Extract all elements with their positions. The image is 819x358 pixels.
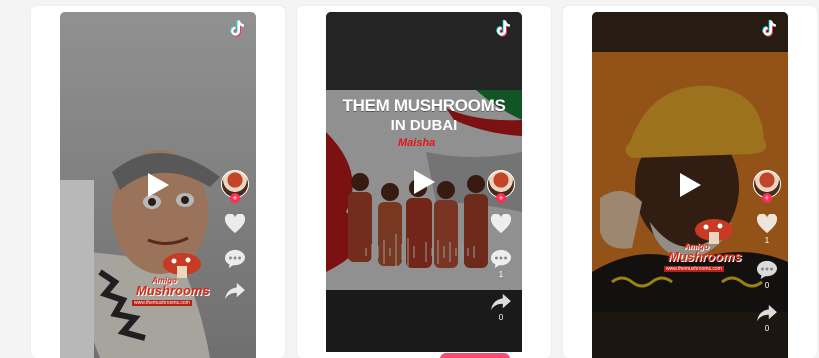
tiktok-icon: [230, 19, 245, 37]
share-action[interactable]: [220, 282, 250, 300]
action-rail: + 1 0 0: [752, 170, 782, 333]
brand-url-text: www.themushrooms.com: [132, 300, 192, 306]
headline-text: THEM MUSHROOMS: [342, 96, 506, 115]
like-action[interactable]: [220, 214, 250, 234]
tiktok-icon: [762, 19, 777, 37]
comment-icon[interactable]: [224, 248, 246, 268]
share-icon[interactable]: [756, 304, 778, 322]
action-rail: +: [220, 170, 250, 302]
comment-count: 0: [764, 281, 770, 290]
brand-main-text: Mushrooms: [136, 283, 210, 298]
heart-icon[interactable]: [490, 214, 512, 234]
video-thumbnail-1[interactable]: Amigo Mushrooms www.themushrooms.com +: [60, 12, 256, 358]
creator-avatar[interactable]: +: [487, 170, 515, 203]
follow-plus-icon[interactable]: +: [762, 193, 772, 203]
follow-plus-icon[interactable]: +: [230, 193, 240, 203]
subheadline-text: IN DUBAI: [390, 117, 458, 134]
like-action[interactable]: 1: [752, 214, 782, 245]
video-card-2[interactable]: THEM MUSHROOMS IN DUBAI Maisha + 1 0: [297, 6, 551, 358]
share-count: 0: [764, 324, 770, 333]
share-icon[interactable]: [224, 282, 246, 300]
video-thumbnail-3[interactable]: Amigo Mushrooms www.themushrooms.com + 1…: [592, 12, 788, 358]
share-action[interactable]: 0: [486, 293, 516, 322]
comment-icon[interactable]: [490, 248, 512, 268]
action-rail: + 1 0: [486, 170, 516, 322]
like-count: 1: [764, 236, 770, 245]
brand-url-text: www.themushrooms.com: [664, 266, 724, 272]
creator-avatar[interactable]: +: [221, 170, 249, 203]
like-action[interactable]: [486, 214, 516, 234]
mushroom-logo-icon: [695, 219, 733, 244]
share-action[interactable]: 0: [752, 304, 782, 333]
comment-action[interactable]: 1: [486, 248, 516, 279]
creator-avatar[interactable]: +: [753, 170, 781, 203]
tiktok-icon: [496, 19, 511, 37]
comment-action[interactable]: [220, 248, 250, 268]
play-icon[interactable]: [412, 169, 436, 195]
comment-icon[interactable]: [756, 259, 778, 279]
comment-count: 1: [498, 270, 504, 279]
brand-main-text: Mushrooms: [668, 249, 742, 264]
comment-action[interactable]: 0: [752, 259, 782, 290]
tagline-text: Maisha: [398, 137, 436, 149]
video-thumbnail-2[interactable]: THEM MUSHROOMS IN DUBAI Maisha + 1 0: [326, 12, 522, 352]
video-card-3[interactable]: Amigo Mushrooms www.themushrooms.com + 1…: [563, 6, 817, 358]
play-icon[interactable]: [678, 172, 702, 198]
follow-plus-icon[interactable]: +: [496, 193, 506, 203]
share-count: 0: [498, 313, 504, 322]
heart-icon[interactable]: [756, 214, 778, 234]
heart-icon[interactable]: [224, 214, 246, 234]
share-icon[interactable]: [490, 293, 512, 311]
play-icon[interactable]: [146, 172, 170, 198]
mushroom-logo-icon: [163, 253, 201, 278]
video-card-1[interactable]: Amigo Mushrooms www.themushrooms.com +: [31, 6, 285, 358]
